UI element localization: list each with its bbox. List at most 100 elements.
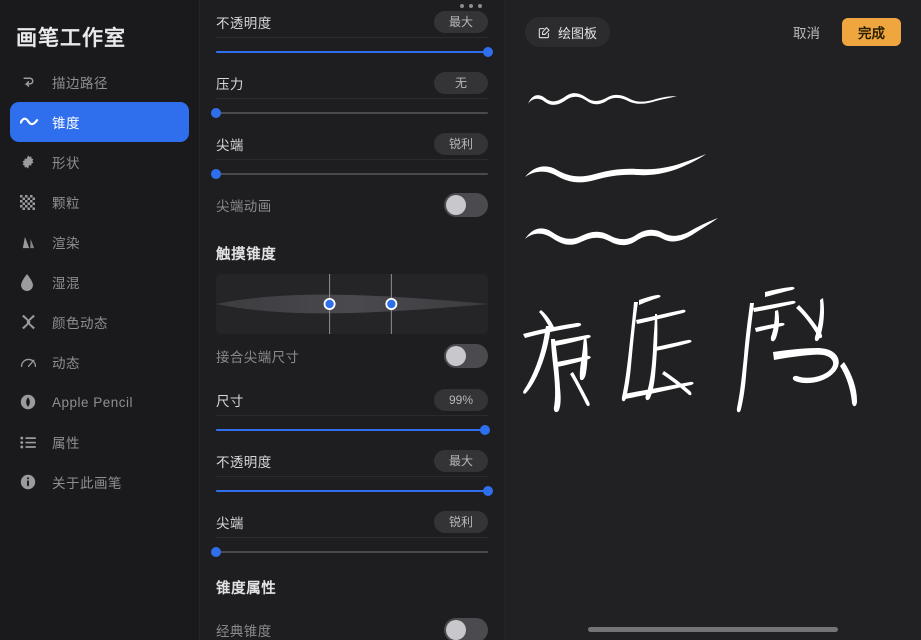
stroke-path-icon [20, 72, 46, 92]
color-dynamics-icon [20, 312, 46, 332]
control-classic-taper: 经典锥度 [216, 608, 488, 640]
value-pill[interactable]: 99% [434, 388, 488, 411]
sidebar-item-rendering[interactable]: 渲染 [10, 222, 189, 262]
slider-thumb[interactable] [211, 108, 221, 118]
value-pill[interactable]: 最大 [434, 449, 488, 472]
rendering-icon [20, 232, 46, 252]
slider-touch-tip[interactable] [211, 543, 488, 561]
slider-track [216, 112, 488, 114]
control-label: 尖端 [216, 515, 244, 531]
sidebar-item-stroke-path[interactable]: 描边路径 [10, 62, 189, 102]
sidebar-item-taper[interactable]: 锥度 [10, 102, 189, 142]
about-icon [20, 472, 46, 492]
sidebar-item-grain[interactable]: 颗粒 [10, 182, 189, 222]
sidebar-item-wet-mix[interactable]: 湿混 [10, 262, 189, 302]
sidebar-item-label: 锥度 [52, 116, 80, 131]
grain-icon [20, 192, 46, 212]
canvas-strokes [523, 93, 857, 413]
taper-handle-right[interactable] [387, 299, 396, 309]
slider-thumb[interactable] [211, 169, 221, 179]
control-touch-tip: 尖端 锐利 [211, 500, 488, 561]
control-tip-animation: 尖端动画 [216, 183, 488, 227]
sidebar-item-label: 颗粒 [52, 196, 80, 211]
canvas-pane: 绘图板 取消 完成 [505, 0, 921, 640]
control-label: 经典锥度 [216, 624, 272, 639]
page-title: 画笔工作室 [16, 27, 126, 50]
sidebar-item-apple-pencil[interactable]: Apple Pencil [10, 382, 189, 422]
more-options-handle-icon[interactable] [460, 4, 482, 8]
slider-fill [216, 51, 488, 53]
edit-square-icon [538, 26, 551, 39]
sidebar: 画笔工作室 描边路径 锥度 形状 颗粒 渲染 湿混 颜色动态 动态 Apple … [0, 0, 200, 640]
slider-thumb[interactable] [211, 547, 221, 557]
slider-fill [216, 429, 486, 431]
slider-thumb[interactable] [480, 425, 491, 435]
toggle-match-tip-size[interactable] [444, 344, 488, 368]
slider-thumb[interactable] [483, 486, 493, 496]
control-match-tip-size: 接合尖端尺寸 [216, 334, 488, 378]
sidebar-item-label: 描边路径 [52, 76, 108, 91]
sidebar-item-label: 湿混 [52, 276, 80, 291]
home-indicator [588, 627, 838, 632]
slider-touch-opacity[interactable] [216, 482, 493, 500]
drawing-pad-label: 绘图板 [558, 25, 598, 41]
control-label: 不透明度 [216, 454, 272, 470]
done-button[interactable]: 完成 [842, 18, 901, 46]
control-touch-opacity: 不透明度 最大 [216, 439, 493, 500]
toggle-knob [446, 346, 466, 366]
control-label: 尖端动画 [216, 199, 272, 214]
section-title-touch-taper: 触摸锥度 [216, 247, 277, 263]
value-pill[interactable]: 无 [434, 71, 488, 94]
sidebar-item-label: 形状 [52, 156, 80, 171]
settings-panel: 不透明度 最大 压力 无 尖端 锐利 尖端动画 触摸锥度 接合尖端尺寸 尺寸 9… [200, 0, 505, 640]
slider-track [216, 173, 488, 175]
cancel-button[interactable]: 取消 [781, 16, 832, 48]
slider-stylus-tip[interactable] [211, 165, 488, 183]
sidebar-item-label: 关于此画笔 [52, 476, 122, 491]
control-label: 尖端 [216, 137, 244, 153]
shape-icon [20, 152, 46, 172]
slider-stylus-opacity[interactable] [216, 43, 493, 61]
sidebar-item-label: 属性 [52, 436, 80, 451]
taper-icon [20, 112, 46, 132]
sidebar-item-properties[interactable]: 属性 [10, 422, 189, 462]
section-title-taper-properties: 锥度属性 [216, 581, 277, 597]
value-pill[interactable]: 锐利 [434, 510, 488, 533]
taper-preview-handles [323, 298, 398, 310]
sidebar-item-about[interactable]: 关于此画笔 [10, 462, 189, 502]
slider-pressure[interactable] [211, 104, 488, 122]
dynamics-icon [20, 352, 46, 372]
taper-preview-widget[interactable] [216, 274, 488, 334]
value-pill[interactable]: 锐利 [434, 132, 488, 155]
sidebar-item-label: Apple Pencil [52, 394, 134, 410]
control-label: 接合尖端尺寸 [216, 350, 300, 365]
brush-studio-window: 画笔工作室 描边路径 锥度 形状 颗粒 渲染 湿混 颜色动态 动态 Apple … [0, 0, 921, 640]
control-label: 尺寸 [216, 393, 244, 409]
control-stylus-opacity: 不透明度 最大 [216, 0, 493, 61]
slider-track [216, 551, 488, 553]
slider-touch-size[interactable] [216, 421, 491, 439]
sidebar-item-shape[interactable]: 形状 [10, 142, 189, 182]
control-label: 压力 [216, 76, 244, 92]
properties-icon [20, 432, 46, 452]
toggle-knob [446, 620, 466, 640]
sidebar-item-dynamics[interactable]: 动态 [10, 342, 189, 382]
toggle-classic-taper[interactable] [444, 618, 488, 640]
drawing-canvas[interactable] [505, 64, 921, 640]
control-stylus-tip: 尖端 锐利 [211, 122, 488, 183]
taper-handle-left[interactable] [325, 299, 334, 309]
slider-thumb[interactable] [483, 47, 493, 57]
sidebar-item-color-dynamics[interactable]: 颜色动态 [10, 302, 189, 342]
sidebar-nav: 描边路径 锥度 形状 颗粒 渲染 湿混 颜色动态 动态 Apple Pencil… [0, 62, 199, 502]
drawing-pad-button[interactable]: 绘图板 [525, 17, 611, 47]
toggle-tip-animation[interactable] [444, 193, 488, 217]
wet-mix-icon [20, 272, 46, 292]
test-strokes [525, 93, 718, 246]
sidebar-item-label: 颜色动态 [52, 316, 108, 331]
slider-fill [216, 490, 488, 492]
canvas-toolbar: 绘图板 取消 完成 [505, 0, 921, 64]
value-pill[interactable]: 最大 [434, 10, 488, 33]
control-touch-size: 尺寸 99% [216, 378, 491, 439]
control-pressure: 压力 无 [211, 61, 488, 122]
apple-pencil-icon [20, 392, 46, 412]
